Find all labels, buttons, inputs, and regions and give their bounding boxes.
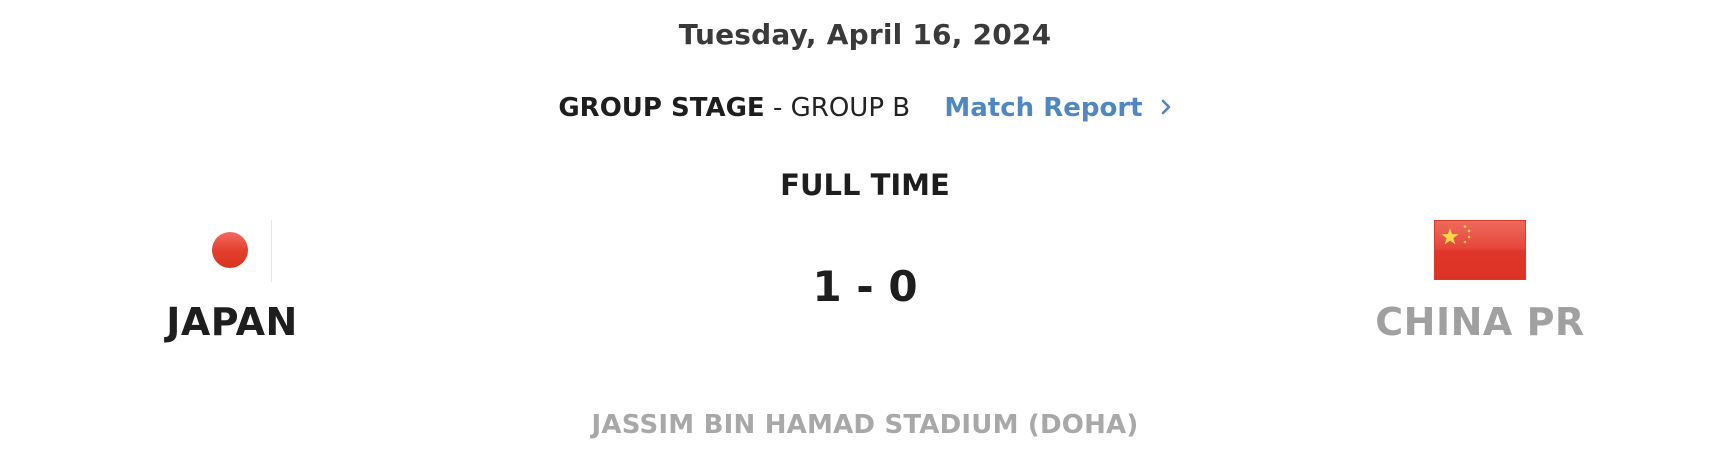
- match-report-link[interactable]: Match Report: [944, 88, 1171, 129]
- match-status: FULL TIME: [780, 168, 950, 202]
- away-flag-wrap: [1350, 218, 1610, 282]
- stage-row: GROUP STAGE - GROUP B Match Report: [0, 88, 1730, 129]
- match-card: Tuesday, April 16, 2024 GROUP STAGE - GR…: [0, 0, 1730, 456]
- match-report-label: Match Report: [944, 93, 1143, 123]
- stage-separator: -: [772, 93, 783, 123]
- china-flag-icon: [1434, 220, 1526, 280]
- away-team[interactable]: CHINA PR: [1350, 218, 1610, 344]
- group-name: GROUP B: [790, 93, 911, 123]
- venue: JASSIM BIN HAMAD STADIUM (DOHA): [591, 410, 1139, 440]
- away-team-name: CHINA PR: [1375, 300, 1585, 344]
- chevron-right-icon: [1160, 87, 1172, 127]
- match-date: Tuesday, April 16, 2024: [678, 18, 1052, 51]
- stage-name: GROUP STAGE: [558, 93, 765, 123]
